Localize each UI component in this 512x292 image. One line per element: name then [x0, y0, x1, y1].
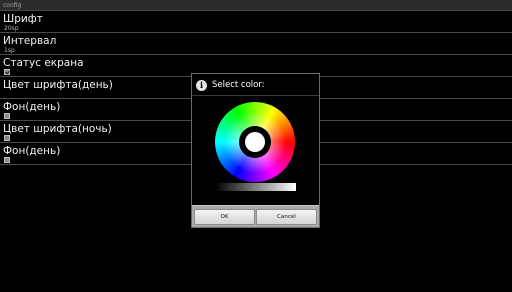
pref-title: Шрифт — [3, 13, 43, 25]
dialog-title: Select color: — [212, 80, 265, 90]
pref-title: Статус екрана — [3, 57, 84, 69]
cancel-button[interactable]: Cancel — [256, 209, 317, 225]
screen: config Шрифт 20sp Интервал 1sp Статус ек… — [0, 0, 512, 292]
color-picker-dialog: i Select color: OK Cancel — [191, 73, 320, 228]
pref-item-font[interactable]: Шрифт 20sp — [0, 11, 512, 33]
ok-button[interactable]: OK — [194, 209, 255, 225]
title-bar: config — [0, 0, 512, 11]
pref-title: Фон(день) — [3, 145, 61, 157]
window-title: config — [3, 2, 22, 9]
dialog-header: i Select color: — [192, 74, 319, 96]
info-icon: i — [196, 80, 207, 91]
pref-title: Цвет шрифта(ночь) — [3, 123, 112, 135]
dialog-button-bar: OK Cancel — [192, 205, 319, 227]
pref-title: Фон(день) — [3, 101, 61, 113]
color-wheel-center — [239, 126, 271, 158]
pref-summary: 20sp — [4, 25, 19, 32]
pref-item-interval[interactable]: Интервал 1sp — [0, 33, 512, 55]
pref-title: Интервал — [3, 35, 57, 47]
checkbox[interactable] — [4, 113, 10, 119]
checkbox[interactable] — [4, 135, 10, 141]
selected-color-preview[interactable] — [245, 132, 265, 152]
checkbox[interactable] — [4, 69, 10, 75]
brightness-slider[interactable] — [215, 183, 296, 191]
pref-summary: 1sp — [4, 47, 15, 54]
color-wheel[interactable] — [215, 102, 295, 182]
pref-title: Цвет шрифта(день) — [3, 79, 113, 91]
checkbox[interactable] — [4, 157, 10, 163]
